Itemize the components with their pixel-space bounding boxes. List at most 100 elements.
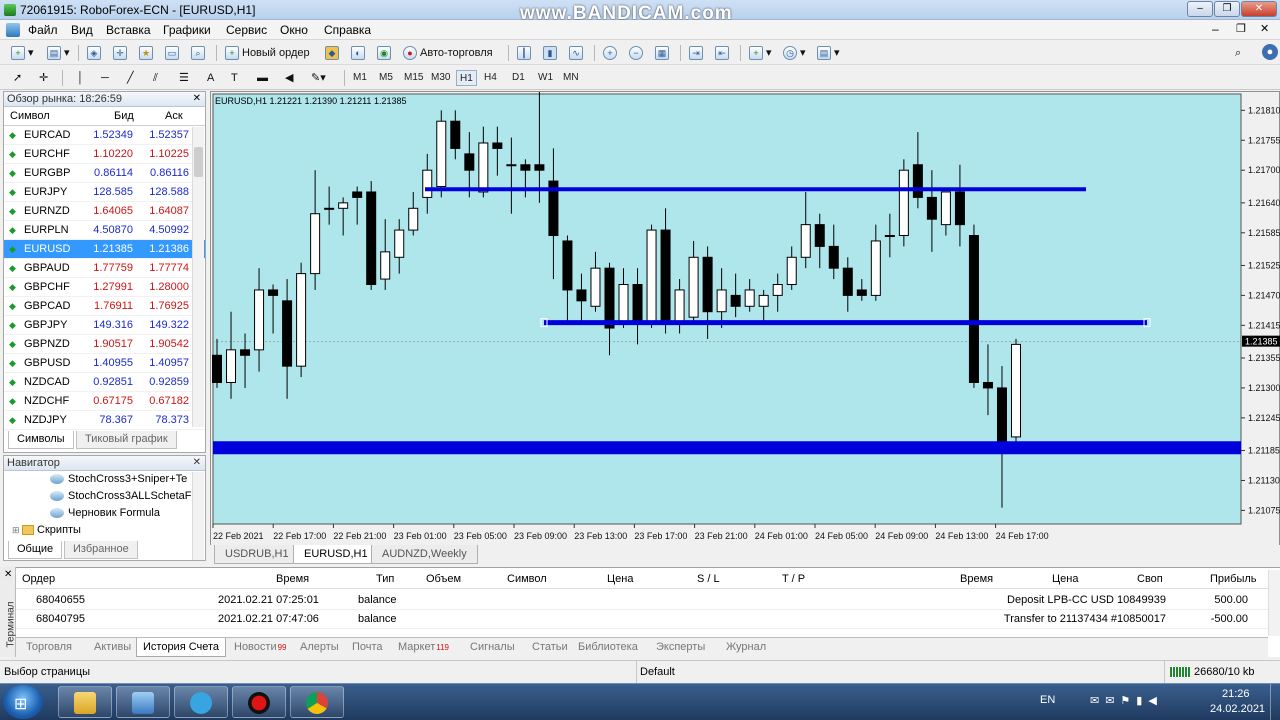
candle[interactable]	[968, 235, 979, 383]
search-icon[interactable]: ⌕	[1232, 44, 1244, 62]
tray-icons[interactable]: ✉✉⚑▮◀	[1090, 694, 1163, 707]
tf-h1[interactable]: H1	[456, 70, 477, 86]
zoom-in-button[interactable]: +	[600, 44, 623, 62]
chart-window[interactable]: 1.21810 1.21755 1.21700 1.21640 1.21585 1.215…	[210, 91, 1280, 546]
column-close-price[interactable]: Цена	[1052, 573, 1078, 585]
candle[interactable]	[870, 240, 881, 296]
candle[interactable]	[394, 229, 405, 258]
menu-window[interactable]: Окно	[280, 23, 308, 37]
window-close-icon[interactable]: ✕	[1260, 22, 1269, 35]
market-watch-button[interactable]: ◈	[84, 44, 107, 62]
zoom-out-button[interactable]: −	[626, 44, 649, 62]
terminal-tab[interactable]: Эксперты	[650, 638, 711, 657]
market-watch-row[interactable]: ◆ GBPUSD 1.40955 1.40957	[4, 354, 205, 373]
column-bid[interactable]: Бид	[114, 110, 134, 122]
menu-file[interactable]: Файл	[28, 23, 58, 37]
market-watch-row[interactable]: ◆ GBPJPY 149.316 149.322	[4, 316, 205, 335]
column-time[interactable]: Время	[276, 573, 309, 585]
candle[interactable]	[296, 273, 307, 367]
market-watch-row[interactable]: ◆ EURJPY 128.585 128.588	[4, 183, 205, 202]
candle[interactable]	[744, 289, 755, 307]
market-watch-row[interactable]: ◆ NZDCAD 0.92851 0.92859	[4, 373, 205, 392]
bar-chart-button[interactable]: ┃	[514, 44, 537, 62]
candle[interactable]	[408, 207, 419, 231]
candle[interactable]	[464, 153, 475, 171]
column-symbol[interactable]: Символ	[10, 110, 50, 122]
rectangle-tool-icon[interactable]: ▬	[254, 69, 271, 87]
candle[interactable]	[226, 349, 237, 383]
navigator-item[interactable]: StochCross3ALLSchetaF	[50, 490, 192, 502]
indicators-button[interactable]: + ▾	[746, 44, 775, 62]
navigator-item[interactable]: Черновик Formula	[50, 507, 160, 519]
menu-insert[interactable]: Вставка	[106, 23, 151, 37]
candle[interactable]	[338, 202, 349, 209]
column-volume[interactable]: Объем	[426, 573, 461, 585]
candle[interactable]	[912, 164, 923, 198]
close-icon[interactable]: ✕	[193, 456, 201, 470]
strategy-tester-button[interactable]: ⌕	[188, 44, 211, 62]
candle[interactable]	[492, 142, 503, 149]
column-swap[interactable]: Своп	[1137, 573, 1163, 585]
templates-button[interactable]: ▤ ▾	[814, 44, 843, 62]
text-tool-icon[interactable]: A	[204, 69, 217, 87]
menu-charts[interactable]: Графики	[163, 23, 211, 37]
tf-h4[interactable]: H4	[481, 70, 500, 86]
status-profile[interactable]: Default	[640, 666, 675, 678]
candle[interactable]	[436, 120, 447, 188]
horizontal-line-tool-icon[interactable]: ─	[98, 69, 112, 87]
terminal-tab[interactable]: Сигналы	[464, 638, 521, 657]
data-window-button[interactable]: ✛	[110, 44, 133, 62]
vps-button[interactable]: ◉	[374, 44, 397, 62]
chart-tab-eurusd[interactable]: EURUSD,H1	[293, 545, 379, 564]
candle[interactable]	[450, 120, 461, 149]
taskbar-app[interactable]	[116, 686, 170, 718]
tf-d1[interactable]: D1	[509, 70, 528, 86]
candle[interactable]	[828, 245, 839, 269]
candle[interactable]	[282, 300, 293, 367]
market-watch-row[interactable]: ◆ NZDJPY 78.367 78.373	[4, 411, 205, 430]
candle[interactable]	[926, 196, 937, 220]
metaeditor-button[interactable]: ◆	[322, 44, 345, 62]
candle[interactable]	[604, 267, 615, 329]
tf-m5[interactable]: M5	[376, 70, 396, 86]
candle[interactable]	[898, 169, 909, 237]
table-row[interactable]: 68040655 2021.02.21 07:25:01 balance Dep…	[16, 591, 1268, 610]
profiles-button[interactable]: ▤ ▾	[44, 44, 73, 62]
candle[interactable]	[814, 224, 825, 247]
candle[interactable]	[254, 289, 265, 351]
terminal-tab[interactable]: Новости99	[228, 638, 293, 657]
taskbar-explorer[interactable]	[58, 686, 112, 718]
candle[interactable]	[534, 164, 545, 171]
language-indicator[interactable]: EN	[1040, 694, 1055, 706]
candle[interactable]	[730, 294, 741, 307]
candle[interactable]	[688, 256, 699, 318]
candle[interactable]	[842, 267, 853, 296]
candle[interactable]	[800, 224, 811, 258]
new-order-button[interactable]: + Новый ордер	[222, 44, 313, 62]
shapes-tool-icon[interactable]: ✎▾	[308, 69, 329, 87]
scrollbar[interactable]	[1268, 570, 1280, 636]
candle[interactable]	[380, 251, 391, 280]
column-price[interactable]: Цена	[607, 573, 633, 585]
market-watch-row[interactable]: ◆ EURPLN 4.50870 4.50992	[4, 221, 205, 240]
candle[interactable]	[240, 349, 251, 356]
column-ask[interactable]: Аск	[165, 110, 183, 122]
crosshair-tool-icon[interactable]: ✛	[36, 69, 51, 87]
navigator-button[interactable]: ★	[136, 44, 159, 62]
column-symbol[interactable]: Символ	[507, 573, 547, 585]
terminal-tab[interactable]: Алерты	[294, 638, 345, 657]
start-button[interactable]: ⊞	[3, 685, 43, 719]
candle[interactable]	[758, 294, 769, 307]
label-tool-icon[interactable]: T	[228, 69, 241, 87]
candle[interactable]	[982, 381, 993, 389]
terminal-tab[interactable]: Почта	[346, 638, 389, 657]
taskbar-telegram[interactable]	[174, 686, 228, 718]
candle[interactable]	[590, 267, 601, 307]
candle[interactable]	[366, 191, 377, 286]
chart-shift-button[interactable]: ⇤	[712, 44, 735, 62]
column-type[interactable]: Тип	[376, 573, 394, 585]
autoscroll-button[interactable]: ⇥	[686, 44, 709, 62]
autotrading-button[interactable]: ● Авто-торговля	[400, 44, 496, 62]
close-icon[interactable]: ✕	[193, 93, 201, 104]
column-profit[interactable]: Прибыль	[1210, 573, 1257, 585]
